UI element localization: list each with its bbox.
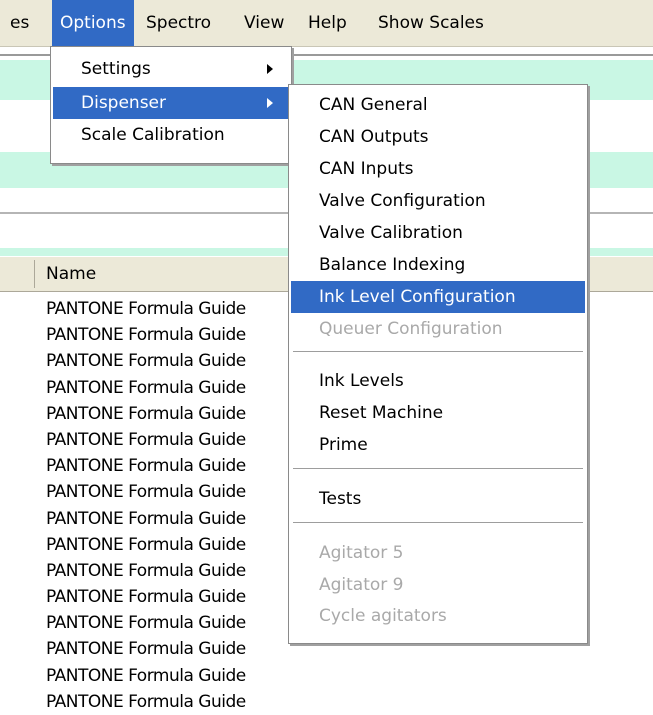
menu-item-agitator-5: Agitator 5 [319,543,404,563]
table-row[interactable]: PANTONE Formula Guide [46,558,246,584]
menu-separator [293,351,583,353]
menu-item-queuer-configuration: Queuer Configuration [319,319,503,339]
table-row[interactable]: PANTONE Formula Guide [46,584,246,610]
menu-item-can-outputs[interactable]: CAN Outputs [291,121,585,153]
menu-item-can-inputs[interactable]: CAN Inputs [291,153,585,185]
menu-item-dispenser[interactable]: Dispenser [53,87,289,119]
menu-item-cycle-agitators: Cycle agitators [319,606,447,626]
menu-item-settings[interactable]: Settings [53,53,289,85]
table-row[interactable]: PANTONE Formula Guide [46,401,246,427]
menu-item-agitator-9: Agitator 9 [319,575,404,595]
options-dropdown: Settings Dispenser Scale Calibration [50,46,292,164]
column-separator[interactable] [34,260,35,288]
menu-show-scales[interactable]: Show Scales [370,0,492,46]
menu-options[interactable]: Options [52,0,134,46]
menu-item-tests[interactable]: Tests [291,483,585,515]
menu-item-valve-configuration[interactable]: Valve Configuration [291,185,585,217]
menu-item-reset-machine[interactable]: Reset Machine [291,397,585,429]
submenu-arrow-icon [267,64,273,74]
menu-help[interactable]: Help [300,0,355,46]
menu-separator [293,522,583,524]
menu-tab-partial[interactable]: es [2,0,37,46]
submenu-arrow-icon [267,98,273,108]
column-header-name[interactable]: Name [46,257,96,291]
table-row[interactable]: PANTONE Formula Guide [46,453,246,479]
menu-item-prime[interactable]: Prime [291,429,585,461]
dispenser-submenu: CAN General CAN Outputs CAN Inputs Valve… [288,84,588,604]
menu-item-label: Scale Calibration [81,125,225,145]
table-row[interactable]: PANTONE Formula Guide [46,506,246,532]
table-row[interactable]: PANTONE Formula Guide [46,322,246,348]
menu-spectro[interactable]: Spectro [138,0,219,46]
table-row[interactable]: PANTONE Formula Guide [46,636,246,662]
table-row[interactable]: PANTONE Formula Guide [46,348,246,374]
table-row[interactable]: PANTONE Formula Guide [46,610,246,636]
menu-item-label: Settings [81,59,151,79]
menu-view[interactable]: View [236,0,292,46]
table-row[interactable]: PANTONE Formula Guide [46,296,246,322]
table-row[interactable]: PANTONE Formula Guide [46,479,246,505]
menu-item-ink-levels[interactable]: Ink Levels [291,365,585,397]
dispenser-submenu-tail: Cycle agitators [288,600,588,644]
menu-separator [293,468,583,470]
table-row[interactable]: PANTONE Formula Guide [46,663,246,689]
menu-item-balance-indexing[interactable]: Balance Indexing [291,249,585,281]
menu-item-valve-calibration[interactable]: Valve Calibration [291,217,585,249]
menu-item-ink-level-configuration[interactable]: Ink Level Configuration [291,281,585,313]
menu-item-scale-calibration[interactable]: Scale Calibration [53,119,289,151]
table-row[interactable]: PANTONE Formula Guide [46,532,246,558]
table-row[interactable]: PANTONE Formula Guide [46,427,246,453]
menu-item-can-general[interactable]: CAN General [291,89,585,121]
menu-item-label: Dispenser [81,93,166,113]
menu-bar: es Options Spectro View Help Show Scales [0,0,653,47]
table-row[interactable]: PANTONE Formula Guide [46,689,246,715]
table-body: PANTONE Formula Guide PANTONE Formula Gui… [46,296,246,715]
table-row[interactable]: PANTONE Formula Guide [46,375,246,401]
